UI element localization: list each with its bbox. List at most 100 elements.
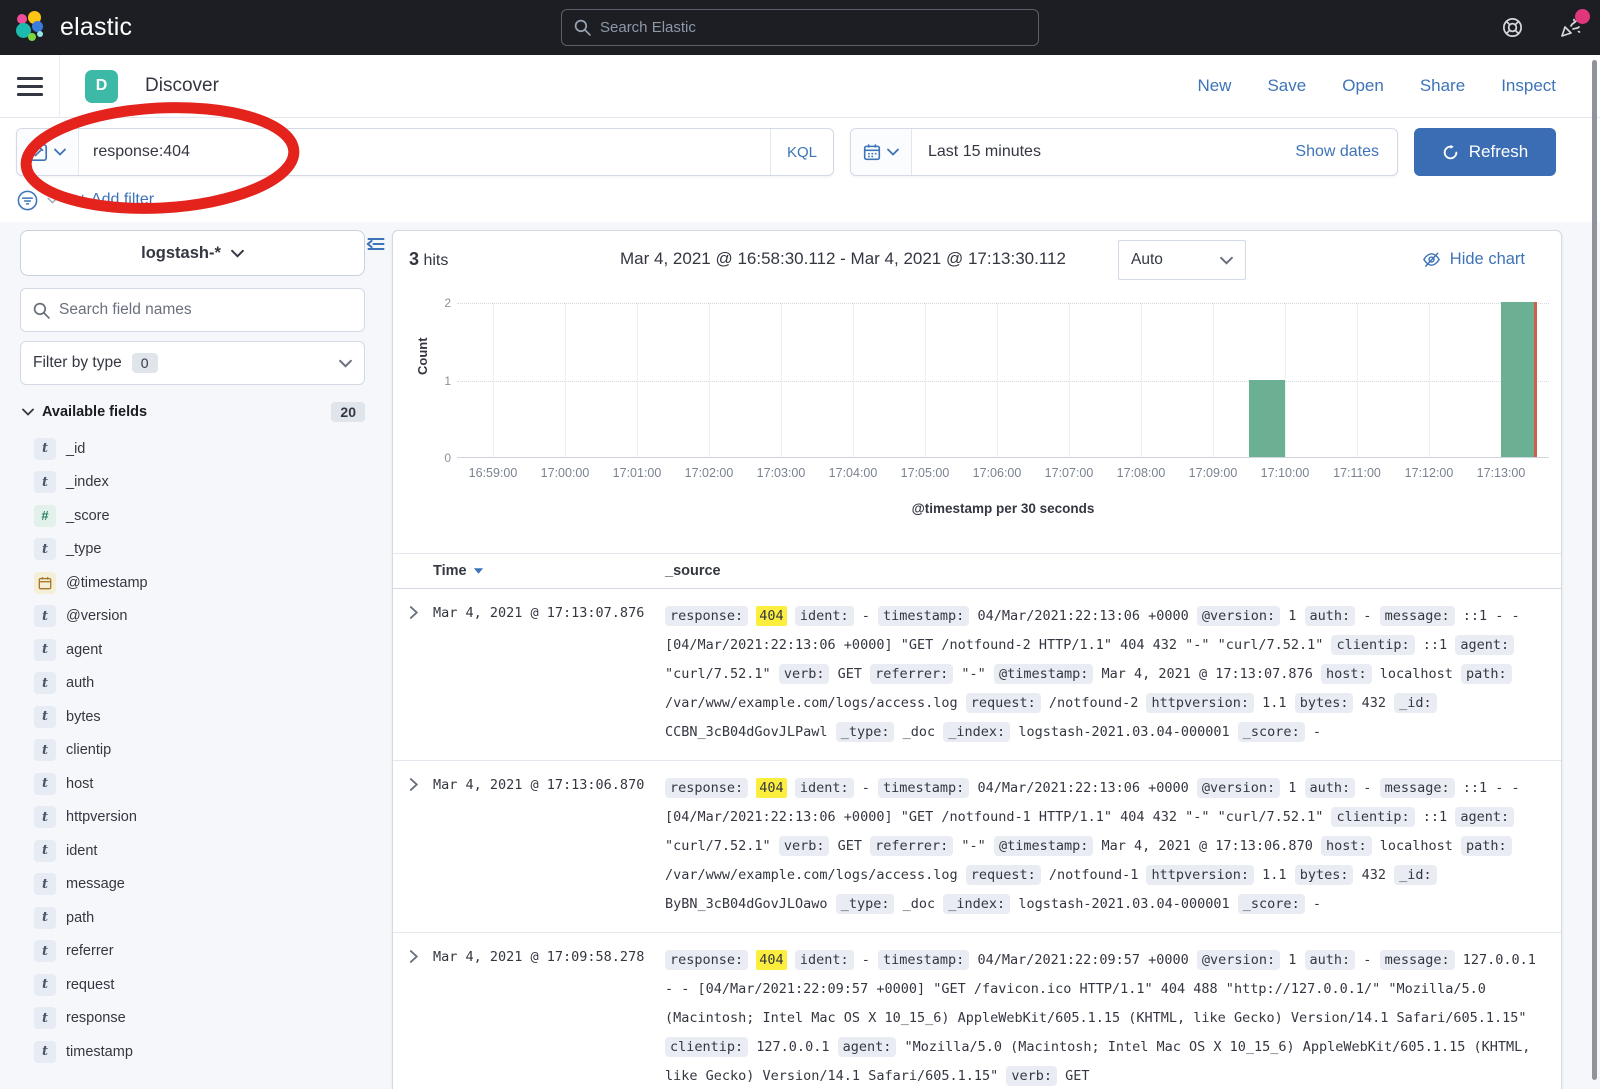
field-item-auth[interactable]: tauth xyxy=(20,667,365,701)
nav-action-new[interactable]: New xyxy=(1197,76,1231,96)
field-type-date-icon xyxy=(34,572,56,594)
collapse-sidebar-icon[interactable] xyxy=(366,234,386,254)
histogram-chart: Count 012 16:59:0017:00:0017:01:0017:02:… xyxy=(409,303,1545,543)
results-panel: 3 hits Mar 4, 2021 @ 16:58:30.112 - Mar … xyxy=(392,230,1562,1089)
source-field-badge: @timestamp: xyxy=(994,664,1093,684)
field-item-_type[interactable]: t_type xyxy=(20,533,365,567)
available-fields-toggle[interactable]: Available fields 20 xyxy=(22,402,365,422)
histogram-bar-17:13:00[interactable] xyxy=(1501,302,1537,457)
x-tick-label: 17:07:00 xyxy=(1045,466,1094,480)
field-item-ident[interactable]: tident xyxy=(20,834,365,868)
source-field-badge: host: xyxy=(1321,664,1372,684)
field-search-input[interactable] xyxy=(59,301,352,319)
expand-document-icon[interactable] xyxy=(393,602,433,747)
search-session-bar: KQL Last 15 minutes Show dates Refresh +… xyxy=(0,118,1600,214)
field-name: clientip xyxy=(66,742,111,758)
source-field-badge: @version: xyxy=(1197,778,1280,798)
field-item-httpversion[interactable]: thttpversion xyxy=(20,801,365,835)
nav-actions: New Save Open Share Inspect xyxy=(1197,76,1556,96)
nav-action-inspect[interactable]: Inspect xyxy=(1501,76,1556,96)
field-type-text-icon: t xyxy=(34,639,56,661)
chevron-down-icon[interactable] xyxy=(47,197,58,204)
field-item-agent[interactable]: tagent xyxy=(20,633,365,667)
field-item-_score[interactable]: #_score xyxy=(20,499,365,533)
field-item-bytes[interactable]: tbytes xyxy=(20,700,365,734)
global-search-input[interactable]: Search Elastic xyxy=(561,9,1039,46)
newsfeed-icon[interactable] xyxy=(1558,16,1582,40)
nav-action-share[interactable]: Share xyxy=(1420,76,1465,96)
expand-document-icon[interactable] xyxy=(393,774,433,919)
saved-query-menu-button[interactable] xyxy=(17,129,79,175)
elastic-brand[interactable]: elastic xyxy=(0,11,132,45)
filter-icon[interactable] xyxy=(16,189,39,212)
source-field-badge: response: xyxy=(665,778,748,798)
document-rows: Mar 4, 2021 @ 17:13:07.876response: 404 … xyxy=(393,589,1561,1089)
column-header-time[interactable]: Time xyxy=(393,563,665,579)
x-tick-label: 17:13:00 xyxy=(1477,466,1526,480)
expand-document-icon[interactable] xyxy=(393,946,433,1089)
chevron-down-icon xyxy=(887,148,899,156)
date-quick-menu-button[interactable] xyxy=(851,129,912,175)
nav-action-open[interactable]: Open xyxy=(1342,76,1384,96)
source-field-badge: clientip: xyxy=(665,1037,748,1057)
show-dates-button[interactable]: Show dates xyxy=(1295,143,1397,161)
field-item-path[interactable]: tpath xyxy=(20,901,365,935)
menu-icon[interactable] xyxy=(17,77,43,96)
field-name: @timestamp xyxy=(66,575,148,591)
refresh-button[interactable]: Refresh xyxy=(1414,128,1556,176)
field-item-response[interactable]: tresponse xyxy=(20,1002,365,1036)
source-field-badge: request: xyxy=(966,865,1041,885)
source-field-badge: bytes: xyxy=(1295,865,1354,885)
source-field-badge: _id: xyxy=(1394,693,1437,713)
x-tick-label: 17:03:00 xyxy=(757,466,806,480)
field-type-text-icon: t xyxy=(34,1041,56,1063)
field-item-host[interactable]: thost xyxy=(20,767,365,801)
field-item-message[interactable]: tmessage xyxy=(20,868,365,902)
help-icon[interactable] xyxy=(1500,16,1524,40)
filter-by-type-toggle[interactable]: Filter by type 0 xyxy=(20,341,365,385)
field-item-timestamp[interactable]: ttimestamp xyxy=(20,1035,365,1069)
source-field-badge: message: xyxy=(1380,778,1455,798)
field-item-referrer[interactable]: treferrer xyxy=(20,935,365,969)
field-type-text-icon: t xyxy=(34,672,56,694)
source-field-badge: auth: xyxy=(1305,778,1356,798)
index-pattern-name: logstash-* xyxy=(141,244,221,263)
document-row: Mar 4, 2021 @ 17:09:58.278response: 404 … xyxy=(393,933,1561,1089)
histogram-bar-17:09:30[interactable] xyxy=(1249,380,1285,458)
interval-select[interactable]: Auto xyxy=(1118,240,1246,280)
source-field-badge: host: xyxy=(1321,836,1372,856)
field-item-_id[interactable]: t_id xyxy=(20,432,365,466)
query-language-button[interactable]: KQL xyxy=(770,129,833,175)
field-type-number-icon: # xyxy=(34,505,56,527)
field-item-@timestamp[interactable]: @timestamp xyxy=(20,566,365,600)
nav-action-save[interactable]: Save xyxy=(1267,76,1306,96)
field-item-request[interactable]: trequest xyxy=(20,968,365,1002)
brand-wordmark: elastic xyxy=(60,13,132,42)
refresh-icon xyxy=(1442,144,1459,161)
field-name: message xyxy=(66,876,125,892)
query-input[interactable] xyxy=(79,143,770,161)
x-tick-label: 16:59:00 xyxy=(469,466,518,480)
source-field-badge: message: xyxy=(1380,606,1455,626)
source-field-badge: auth: xyxy=(1305,606,1356,626)
highlighted-value: 404 xyxy=(756,606,786,626)
source-field-badge: ident: xyxy=(795,606,854,626)
hide-chart-button[interactable]: Hide chart xyxy=(1422,250,1525,269)
field-type-text-icon: t xyxy=(34,974,56,996)
source-field-badge: ident: xyxy=(795,950,854,970)
discover-app-icon[interactable]: D xyxy=(85,70,118,103)
field-item-@version[interactable]: t@version xyxy=(20,600,365,634)
add-filter-button[interactable]: + Add filter xyxy=(78,191,154,209)
calendar-icon xyxy=(863,143,881,161)
global-header: elastic Search Elastic xyxy=(0,0,1600,55)
index-pattern-switcher[interactable]: logstash-* xyxy=(20,230,365,276)
field-type-text-icon: t xyxy=(34,605,56,627)
field-item-_index[interactable]: t_index xyxy=(20,466,365,500)
vertical-scrollbar[interactable] xyxy=(1592,60,1597,1080)
field-item-clientip[interactable]: tclientip xyxy=(20,734,365,768)
query-bar: KQL xyxy=(16,128,834,176)
source-field-badge: timestamp: xyxy=(878,606,969,626)
source-field-badge: _type: xyxy=(836,894,895,914)
source-field-badge: _type: xyxy=(836,722,895,742)
time-range-value[interactable]: Last 15 minutes xyxy=(912,143,1295,161)
